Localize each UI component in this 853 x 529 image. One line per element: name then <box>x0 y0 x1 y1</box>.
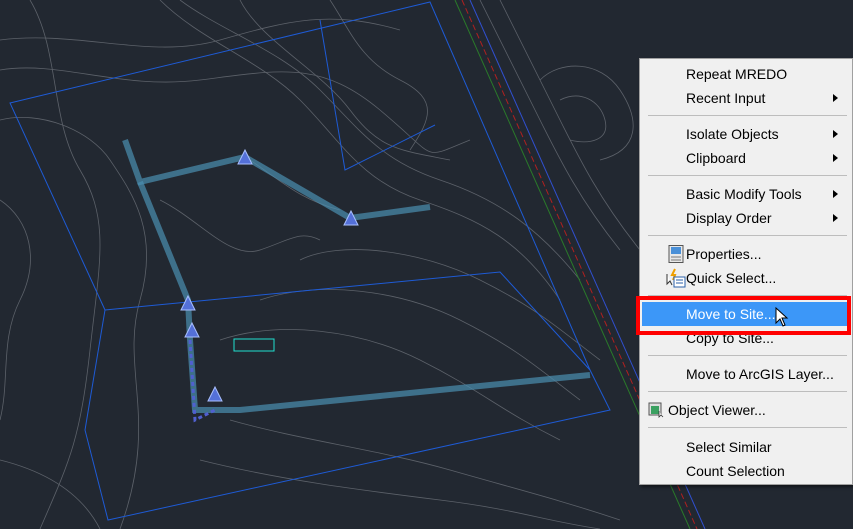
menu-separator <box>648 427 847 428</box>
menu-item-label: Display Order <box>686 210 772 226</box>
grip-markers <box>180 148 359 402</box>
alignment <box>122 138 591 423</box>
menu-item-label: Properties... <box>686 246 762 262</box>
grip <box>207 385 223 402</box>
menu-item-basic-modify-tools[interactable]: Basic Modify Tools <box>642 182 850 206</box>
submenu-arrow-icon <box>833 94 838 102</box>
menu-item-select-similar[interactable]: Select Similar <box>642 435 850 459</box>
menu-item-repeat-mredo[interactable]: Repeat MREDO <box>642 62 850 86</box>
menu-item-display-order[interactable]: Display Order <box>642 206 850 230</box>
menu-item-label: Object Viewer... <box>668 402 766 418</box>
submenu-arrow-icon <box>833 154 838 162</box>
menu-separator <box>648 175 847 176</box>
object-viewer-icon <box>648 402 664 418</box>
menu-item-object-viewer[interactable]: Object Viewer... <box>642 398 850 422</box>
quick-select-icon <box>666 268 686 288</box>
menu-item-label: Recent Input <box>686 90 766 106</box>
context-menu: Repeat MREDO Recent Input Isolate Object… <box>639 58 853 485</box>
submenu-arrow-icon <box>833 130 838 138</box>
menu-item-label: Basic Modify Tools <box>686 186 802 202</box>
mouse-cursor-icon <box>775 307 789 327</box>
menu-item-label: Count Selection <box>686 463 785 479</box>
menu-separator <box>648 115 847 116</box>
submenu-arrow-icon <box>833 214 838 222</box>
properties-icon <box>668 245 684 263</box>
highlight-callout-box <box>636 296 851 335</box>
menu-item-count-selection[interactable]: Count Selection <box>642 459 850 483</box>
menu-item-properties[interactable]: Properties... <box>642 242 850 266</box>
menu-item-quick-select[interactable]: Quick Select... <box>642 266 850 290</box>
menu-item-clipboard[interactable]: Clipboard <box>642 146 850 170</box>
menu-item-label: Repeat MREDO <box>686 66 788 82</box>
menu-item-label: Clipboard <box>686 150 746 166</box>
menu-separator <box>648 235 847 236</box>
menu-separator <box>648 355 847 356</box>
menu-item-label: Select Similar <box>686 439 772 455</box>
menu-item-label: Move to ArcGIS Layer... <box>686 366 834 382</box>
menu-item-label: Quick Select... <box>686 270 777 286</box>
menu-item-recent-input[interactable]: Recent Input <box>642 86 850 110</box>
menu-item-label: Isolate Objects <box>686 126 779 142</box>
menu-item-move-to-arcgis-layer[interactable]: Move to ArcGIS Layer... <box>642 362 850 386</box>
menu-item-isolate-objects[interactable]: Isolate Objects <box>642 122 850 146</box>
grip <box>180 294 196 311</box>
submenu-arrow-icon <box>833 190 838 198</box>
menu-separator <box>648 391 847 392</box>
label-tag <box>233 338 275 352</box>
